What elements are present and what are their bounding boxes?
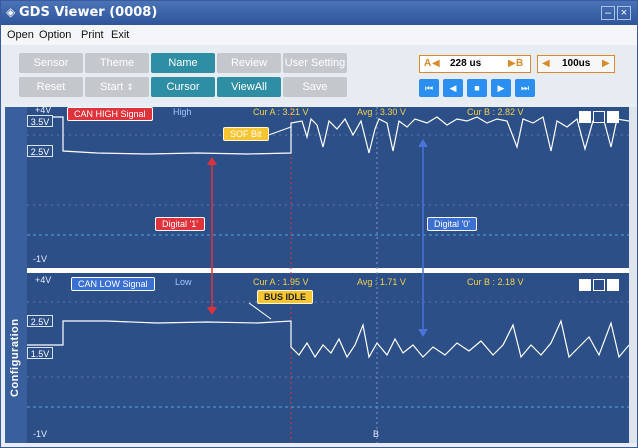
cursor-a-label: A [424,58,432,69]
minimize-button[interactable]: – [601,6,615,20]
start-button[interactable]: Start ⇕ [85,77,149,97]
level-1-5v: 1.5V [27,347,53,359]
title-bar: ◈ GDS Viewer (0008) – × [1,1,637,25]
timebase-box[interactable]: ◀ 100us ▶ [537,55,615,73]
cursor-time-box[interactable]: A ◀ 228 us ▶ B [419,55,531,73]
reset-button[interactable]: Reset [19,77,83,97]
bottom-view-toggle-1[interactable] [579,279,591,291]
user-setting-button[interactable]: User Setting [283,53,347,73]
top-avg: Avg : 3.30 V [357,107,406,117]
play-icon[interactable]: ▶ [491,79,511,97]
close-button[interactable]: × [617,6,631,20]
bottom-avg: Avg : 1.71 V [357,277,406,287]
bottom-cur-a: Cur A : 1.95 V [253,277,309,287]
cursor-button[interactable]: Cursor [151,77,215,97]
sensor-button[interactable]: Sensor [19,53,83,73]
top-view-toggle-1[interactable] [579,111,591,123]
cursor-b-label: B [516,58,524,69]
configuration-label: Configuration [9,318,21,397]
digital-1-label: Digital '1' [155,217,205,231]
scope-display[interactable]: +4V 3.5V 2.5V -1V CAN HIGH Signal High C… [27,107,629,443]
can-low-trace [27,319,629,359]
channel-divider [27,268,629,273]
timebase-increase-icon[interactable]: ▶ [602,56,610,72]
theme-button[interactable]: Theme [85,53,149,73]
menu-bar: Open Option Print Exit [1,25,637,45]
menu-exit[interactable]: Exit [111,29,129,41]
window-title: GDS Viewer (0008) [19,5,158,20]
bottom-scale-min: -1V [33,429,48,439]
menu-print[interactable]: Print [81,29,104,41]
menu-option[interactable]: Option [39,29,71,41]
stop-icon[interactable]: ■ [467,79,487,97]
start-label: Start [100,81,124,93]
cursor-time-value: 228 us [450,58,482,69]
skip-end-icon[interactable]: ⏭ [515,79,535,97]
name-button[interactable]: Name [151,53,215,73]
updown-icon: ⇕ [126,82,134,92]
configuration-tab[interactable]: Configuration [5,107,27,443]
app-icon: ◈ [6,5,16,19]
app-window: ◈ GDS Viewer (0008) – × Open Option Prin… [0,0,638,448]
digital-0-label: Digital '0' [427,217,477,231]
top-view-toggle-3[interactable] [607,111,619,123]
review-button[interactable]: Review [217,53,281,73]
top-scale-min: -1V [33,254,48,264]
toolbar: Sensor Theme Name Review User Setting Re… [1,45,637,103]
timebase-decrease-icon[interactable]: ◀ [542,56,550,72]
bottom-scale-max: +4V [35,275,52,285]
level-2-5v-top: 2.5V [27,145,53,157]
timebase-value: 100us [562,58,591,69]
viewall-button[interactable]: ViewAll [217,77,281,97]
arrow-left-icon: ◀ [432,58,440,69]
top-cur-b: Cur B : 2.82 V [467,107,524,117]
top-state: High [173,107,192,117]
level-2-5v-bottom: 2.5V [27,315,53,327]
step-back-icon[interactable]: ◀ [443,79,463,97]
skip-start-icon[interactable]: ⏮ [419,79,439,97]
menu-open[interactable]: Open [7,29,34,41]
bottom-state: Low [175,277,192,287]
can-high-label: CAN HIGH Signal [67,107,153,121]
sof-bit-label: SOF Bit [223,127,269,141]
top-view-toggle-2[interactable] [593,111,605,123]
bus-idle-label: BUS IDLE [257,290,314,304]
arrow-right-icon: ▶ [508,58,516,69]
save-button[interactable]: Save [283,77,347,97]
can-low-label: CAN LOW Signal [71,277,155,291]
bottom-view-toggle-3[interactable] [607,279,619,291]
top-cur-a: Cur A : 3.21 V [253,107,309,117]
bottom-view-toggle-2[interactable] [593,279,605,291]
bottom-cur-b: Cur B : 2.18 V [467,277,524,287]
top-scale-max: +4V [35,107,52,115]
waveform-canvas [27,107,629,443]
level-3-5v: 3.5V [27,115,53,127]
right-edge-strip [629,107,637,443]
cursor-b-marker[interactable]: B [373,429,379,439]
